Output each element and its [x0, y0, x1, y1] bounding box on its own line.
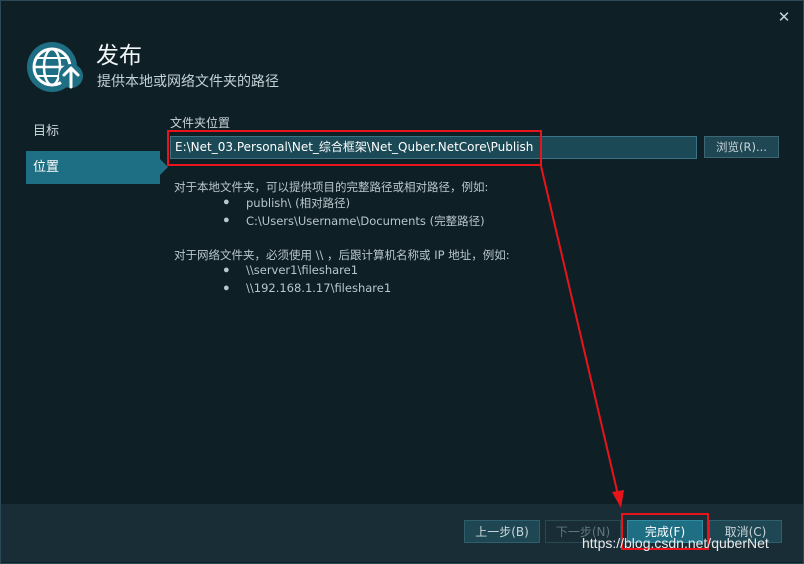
- annotation-arrow: [540, 165, 624, 508]
- watermark-text: https://blog.csdn.net/quberNet: [582, 535, 769, 551]
